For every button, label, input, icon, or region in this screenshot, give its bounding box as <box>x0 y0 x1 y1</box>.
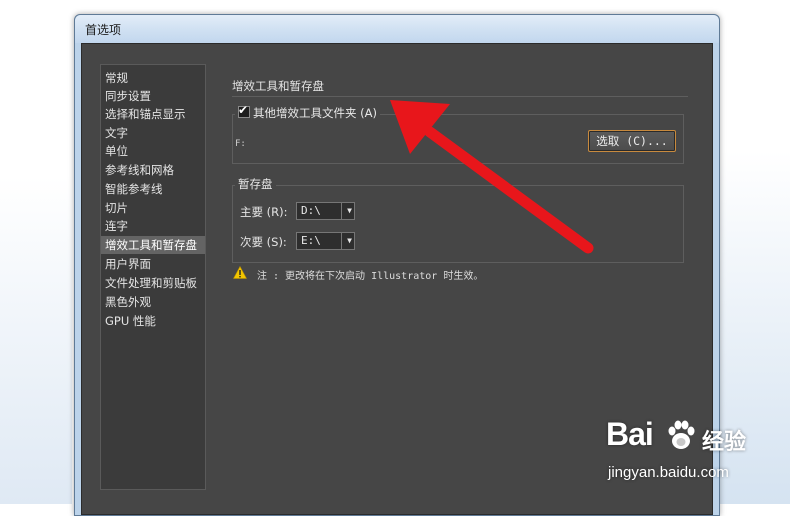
primary-disk-select[interactable]: D:\ ▼ <box>296 202 355 220</box>
choose-folder-button[interactable]: 选取 (C)... <box>588 130 676 152</box>
sidebar-item-appearance-of-black[interactable]: 黑色外观 <box>101 293 205 311</box>
watermark-brand-cn: 经验 <box>702 430 747 455</box>
scratch-disks-title: 暂存盘 <box>235 176 276 192</box>
sidebar-item-sync-settings[interactable]: 同步设置 <box>101 87 205 105</box>
warning-icon <box>233 266 247 279</box>
sidebar-item-type[interactable]: 文字 <box>101 124 205 142</box>
watermark-brand: Bai <box>606 416 654 452</box>
baidu-paw-icon <box>668 420 695 449</box>
sidebar-item-user-interface[interactable]: 用户界面 <box>101 255 205 273</box>
plugins-folder-checkbox[interactable]: ✔ 其他增效工具文件夹 (A) <box>235 103 380 121</box>
section-divider <box>232 96 688 97</box>
sidebar-item-plugins-scratch-disks[interactable]: 增效工具和暂存盘 <box>101 236 205 254</box>
sidebar-item-units[interactable]: 单位 <box>101 142 205 160</box>
dropdown-arrow-icon: ▼ <box>347 236 352 245</box>
watermark-url: jingyan.baidu.com <box>608 464 729 481</box>
plugins-folder-path: F: <box>235 139 246 149</box>
sidebar-item-guides-grid[interactable]: 参考线和网格 <box>101 161 205 179</box>
sidebar-item-smart-guides[interactable]: 智能参考线 <box>101 180 205 198</box>
sidebar-item-general[interactable]: 常规 <box>101 69 205 87</box>
window-title: 首选项 <box>85 23 122 37</box>
scratch-disks-group <box>232 185 684 263</box>
select-separator <box>341 203 342 219</box>
title-bar[interactable]: 首选项 <box>75 15 719 43</box>
select-separator <box>341 233 342 249</box>
primary-disk-value: D:\ <box>301 204 321 217</box>
primary-disk-label: 主要 (R): <box>240 205 288 219</box>
secondary-disk-value: E:\ <box>301 234 321 247</box>
plugins-folder-label: 其他增效工具文件夹 (A) <box>253 106 377 120</box>
category-list: 常规 同步设置 选择和锚点显示 文字 单位 参考线和网格 智能参考线 切片 连字… <box>100 64 206 490</box>
section-title: 增效工具和暂存盘 <box>232 79 324 93</box>
baidu-watermark: Bai 经验 jingyan.baidu.com <box>606 416 756 494</box>
checkmark-icon: ✔ <box>238 103 249 117</box>
sidebar-item-hyphenation[interactable]: 连字 <box>101 217 205 235</box>
desktop-background <box>0 0 72 504</box>
sidebar-item-slices[interactable]: 切片 <box>101 199 205 217</box>
sidebar-item-selection-anchor-display[interactable]: 选择和锚点显示 <box>101 105 205 123</box>
checkbox-box[interactable]: ✔ <box>238 103 250 118</box>
secondary-disk-label: 次要 (S): <box>240 235 287 249</box>
sidebar-item-gpu-performance[interactable]: GPU 性能 <box>101 312 205 330</box>
restart-note: 注 : 更改将在下次启动 Illustrator 时生效。 <box>257 271 484 282</box>
sidebar-item-file-handling-clipboard[interactable]: 文件处理和剪贴板 <box>101 274 205 292</box>
secondary-disk-select[interactable]: E:\ ▼ <box>296 232 355 250</box>
dropdown-arrow-icon: ▼ <box>347 206 352 215</box>
